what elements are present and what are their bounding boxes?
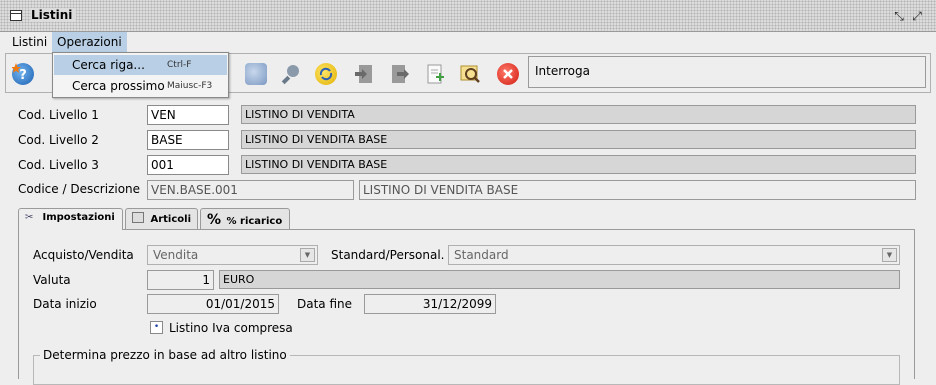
menu-item-shortcut: Ctrl-F — [167, 60, 192, 70]
cod-livello-1-input[interactable]: VEN — [147, 105, 229, 125]
standard-personal-label: Standard/Personal. — [331, 248, 445, 262]
select-value: Standard — [454, 248, 509, 262]
data-inizio-field[interactable]: 01/01/2015 — [147, 294, 279, 314]
cod-livello-2-label: Cod. Livello 2 — [18, 133, 99, 147]
data-fine-label: Data fine — [297, 297, 353, 311]
status-field: Interroga — [528, 56, 926, 88]
descrizione-field: LISTINO DI VENDITA BASE — [359, 180, 916, 200]
valuta-code-field[interactable]: 1 — [147, 270, 214, 290]
title-bar[interactable] — [0, 0, 936, 32]
menu-listini[interactable]: Listini — [7, 32, 52, 52]
menu-item-label: Cerca prossimo — [72, 79, 165, 93]
operazioni-dropdown: Cerca riga... Ctrl-F Cerca prossimo Maiu… — [52, 52, 229, 98]
menu-item-cerca-prossimo[interactable]: Cerca prossimo Maiusc-F3 — [54, 76, 227, 96]
window-icon — [10, 10, 22, 21]
menu-item-shortcut: Maiusc-F3 — [167, 81, 213, 91]
document-out-icon[interactable] — [389, 63, 411, 85]
tab-label: Impostazioni — [42, 212, 115, 223]
tools-icon: ✂ — [25, 212, 34, 223]
listino-iva-label: Listino Iva compresa — [169, 321, 293, 335]
acquisto-vendita-select[interactable]: Vendita ▼ — [147, 245, 318, 265]
window-title: Listini — [31, 8, 77, 22]
close-icon[interactable] — [497, 63, 519, 85]
menu-item-cerca-riga[interactable]: Cerca riga... Ctrl-F — [54, 55, 227, 75]
tab-ricarico[interactable]: % % ricarico — [200, 208, 290, 229]
valuta-label: Valuta — [33, 273, 71, 287]
tab-label: % ricarico — [226, 216, 283, 227]
cod-livello-3-label: Cod. Livello 3 — [18, 158, 99, 172]
chevron-down-icon: ▼ — [882, 248, 897, 262]
select-value: Vendita — [153, 248, 199, 262]
cod-livello-3-input[interactable]: 001 — [147, 155, 229, 175]
percent-icon: % — [207, 212, 222, 228]
cod-livello-2-input[interactable]: BASE — [147, 130, 229, 150]
cod-livello-2-description: LISTINO DI VENDITA BASE — [241, 130, 916, 149]
maximize-icon[interactable]: ⤢ — [910, 9, 924, 23]
new-document-icon[interactable] — [424, 63, 446, 85]
menu-item-label: Cerca riga... — [72, 58, 145, 72]
tab-impostazioni[interactable]: ✂ Impostazioni — [18, 208, 123, 230]
data-fine-field[interactable]: 31/12/2099 — [364, 294, 496, 314]
tab-articoli[interactable]: Articoli — [125, 208, 198, 229]
cod-livello-3-description: LISTINO DI VENDITA BASE — [241, 155, 916, 174]
group-title: Determina prezzo in base ad altro listin… — [40, 348, 290, 362]
codice-field: VEN.BASE.001 — [147, 180, 354, 200]
codice-descrizione-label: Codice / Descrizione — [18, 182, 141, 196]
magnify-document-icon[interactable] — [459, 63, 481, 85]
search-icon[interactable] — [280, 63, 302, 85]
star-help-icon[interactable]: ? — [11, 63, 34, 85]
chevron-down-icon: ▼ — [300, 248, 315, 262]
menu-operazioni[interactable]: Operazioni — [52, 32, 127, 52]
cod-livello-1-label: Cod. Livello 1 — [18, 108, 99, 122]
data-inizio-label: Data inizio — [33, 297, 97, 311]
tab-label: Articoli — [150, 214, 192, 225]
minimize-icon[interactable]: ⤡ — [892, 9, 906, 23]
document-in-icon[interactable] — [354, 63, 376, 85]
svg-text:?: ? — [19, 68, 27, 83]
standard-personal-select[interactable]: Standard ▼ — [448, 245, 900, 265]
scanner-icon[interactable] — [245, 63, 267, 85]
listino-iva-checkbox[interactable]: • — [150, 321, 163, 334]
refresh-icon[interactable] — [315, 63, 337, 85]
box-icon — [132, 212, 144, 223]
valuta-description: EURO — [219, 270, 900, 289]
menu-bar — [0, 32, 936, 52]
cod-livello-1-description: LISTINO DI VENDITA — [241, 105, 916, 124]
acquisto-vendita-label: Acquisto/Vendita — [33, 248, 134, 262]
